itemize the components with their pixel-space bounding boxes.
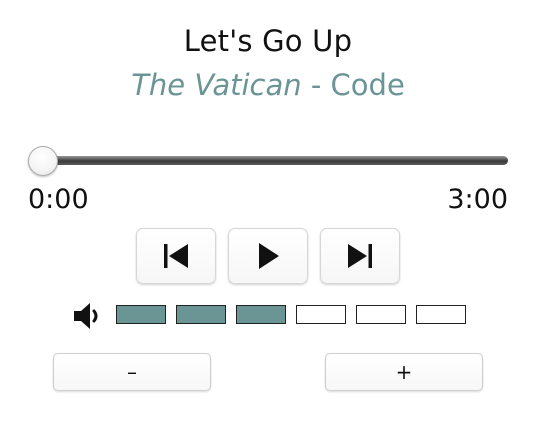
volume-segment[interactable] — [236, 305, 286, 324]
progress-thumb[interactable] — [28, 146, 58, 176]
skip-previous-icon — [164, 244, 188, 268]
volume-segment[interactable] — [356, 305, 406, 324]
album-name: The Vatican — [131, 68, 302, 102]
volume-up-button[interactable]: + — [325, 353, 483, 391]
play-button[interactable] — [228, 228, 308, 284]
volume-segment[interactable] — [116, 305, 166, 324]
track-subtitle: The Vatican - Code — [0, 68, 536, 102]
volume-segment[interactable] — [296, 305, 346, 324]
speaker-icon[interactable] — [72, 301, 104, 331]
volume-down-button[interactable]: – — [53, 353, 211, 391]
track-title: Let's Go Up — [183, 24, 353, 58]
total-time: 3:00 — [447, 184, 508, 215]
previous-button[interactable] — [136, 228, 216, 284]
volume-segment[interactable] — [176, 305, 226, 324]
volume-segment[interactable] — [416, 305, 466, 324]
progress-slider[interactable] — [40, 156, 508, 165]
skip-next-icon — [348, 244, 372, 268]
elapsed-time: 0:00 — [28, 184, 89, 215]
next-button[interactable] — [320, 228, 400, 284]
play-icon — [259, 243, 279, 269]
subtitle-separator: - — [301, 68, 331, 102]
artist-name: Code — [330, 68, 405, 102]
